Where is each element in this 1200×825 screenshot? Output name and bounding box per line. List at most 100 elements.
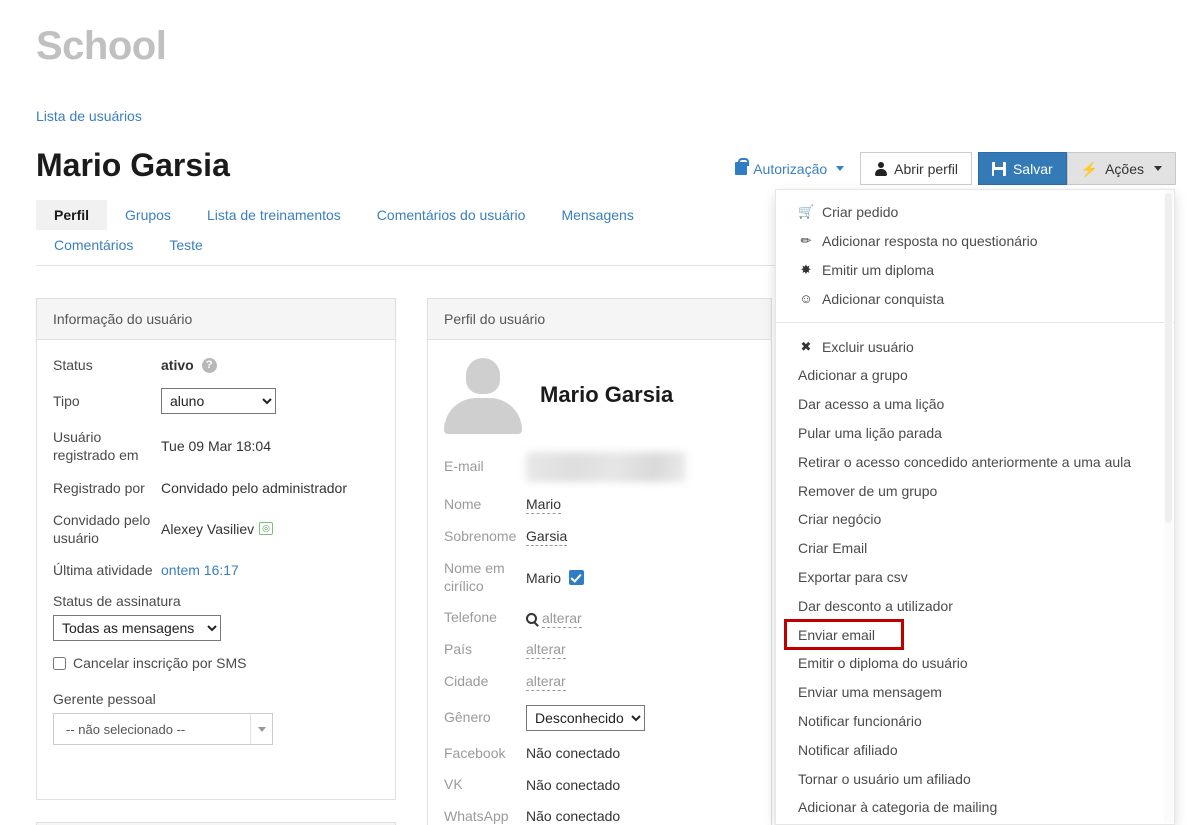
profile-row-genero: Gênero Desconhecido bbox=[444, 705, 755, 731]
menu-item-exportar-para-csv[interactable]: Exportar para csv bbox=[776, 563, 1174, 592]
tab-mensagens[interactable]: Mensagens bbox=[543, 200, 651, 230]
row-type: Tipo aluno bbox=[53, 388, 379, 414]
genero-label: Gênero bbox=[444, 709, 526, 727]
menu-item-criar-pedido[interactable]: 🛒 Criar pedido bbox=[776, 198, 1174, 227]
profile-row-nome-cirilico: Nome em cirílico Mario bbox=[444, 560, 755, 595]
last-activity-value[interactable]: ontem 16:17 bbox=[161, 562, 239, 578]
floppy-disk-icon bbox=[992, 162, 1006, 176]
menu-item-label: Dar acesso a uma lição bbox=[798, 396, 944, 412]
pais-change-link[interactable]: alterar bbox=[526, 641, 566, 659]
user-profile-panel: Perfil do usuário Mario Garsia E-mail No… bbox=[427, 298, 772, 825]
chevron-down-icon bbox=[1154, 166, 1162, 171]
sobrenome-label: Sobrenome bbox=[444, 528, 526, 546]
facebook-value: Não conectado bbox=[526, 745, 620, 761]
whatsapp-label: WhatsApp bbox=[444, 808, 526, 825]
user-info-panel-title: Informação do usuário bbox=[37, 299, 395, 340]
actions-dropdown-menu: 🛒 Criar pedido ✏ Adicionar resposta no q… bbox=[775, 189, 1175, 825]
action-toolbar: Autorização Abrir perfil Salvar ⚡ Ações bbox=[735, 152, 1176, 185]
profile-row-pais: País alterar bbox=[444, 641, 755, 659]
tab-grupos[interactable]: Grupos bbox=[107, 200, 189, 230]
cidade-label: Cidade bbox=[444, 673, 526, 691]
sobrenome-value[interactable]: Garsia bbox=[526, 528, 567, 546]
page-root: School Lista de usuários Mario Garsia Au… bbox=[0, 0, 1200, 825]
tab-lista-de-treinamentos[interactable]: Lista de treinamentos bbox=[189, 200, 359, 230]
menu-item-label: Exportar para csv bbox=[798, 569, 908, 585]
menu-scrollbar-thumb[interactable] bbox=[1165, 193, 1172, 523]
menu-item-dar-acesso-a-uma-licao[interactable]: Dar acesso a uma lição bbox=[776, 390, 1174, 419]
profile-row-sobrenome: Sobrenome Garsia bbox=[444, 528, 755, 546]
profile-row-cidade: Cidade alterar bbox=[444, 673, 755, 691]
help-icon[interactable]: ? bbox=[202, 358, 217, 373]
menu-item-enviar-email[interactable]: Enviar email bbox=[785, 620, 903, 649]
profile-row-whatsapp: WhatsApp Não conectado bbox=[444, 808, 755, 825]
personal-manager-select[interactable]: -- não selecionado -- bbox=[53, 713, 273, 745]
menu-item-emitir-um-diploma[interactable]: ✸ Emitir um diploma bbox=[776, 256, 1174, 285]
registered-by-value: Convidado pelo administrador bbox=[161, 480, 347, 496]
profile-row-nome: Nome Mario bbox=[444, 496, 755, 514]
tab-perfil[interactable]: Perfil bbox=[36, 200, 107, 230]
actions-label: Ações bbox=[1105, 161, 1144, 177]
nome-value[interactable]: Mario bbox=[526, 496, 561, 514]
menu-item-notificar-afiliado[interactable]: Notificar afiliado bbox=[776, 735, 1174, 764]
subscription-select[interactable]: Todas as mensagens bbox=[53, 615, 221, 641]
menu-item-criar-email[interactable]: Criar Email bbox=[776, 534, 1174, 563]
status-label: Status bbox=[53, 356, 161, 374]
sms-unsubscribe-row: Cancelar inscrição por SMS bbox=[53, 655, 379, 671]
row-registered-at: Usuário registrado em Tue 09 Mar 18:04 bbox=[53, 428, 379, 464]
registered-at-label: Usuário registrado em bbox=[53, 428, 161, 464]
profile-row-facebook: Facebook Não conectado bbox=[444, 745, 755, 763]
menu-item-emitir-o-diploma-do-usuario[interactable]: Emitir o diploma do usuário bbox=[776, 649, 1174, 678]
breadcrumb-user-list[interactable]: Lista de usuários bbox=[36, 108, 142, 124]
tab-comentarios-do-usuario[interactable]: Comentários do usuário bbox=[359, 200, 544, 230]
user-info-panel-body: Status ativo ? Tipo aluno Usuário regist… bbox=[37, 340, 395, 761]
profile-row-email: E-mail bbox=[444, 452, 755, 482]
menu-item-label: Criar Email bbox=[798, 540, 867, 556]
authorization-dropdown-button[interactable]: Autorização bbox=[735, 152, 860, 185]
menu-item-excluir-usuario[interactable]: ✖ Excluir usuário bbox=[776, 332, 1174, 361]
menu-item-label: Emitir o diploma do usuário bbox=[798, 655, 968, 671]
row-status: Status ativo ? bbox=[53, 356, 379, 374]
menu-item-label: Adicionar conquista bbox=[822, 291, 944, 307]
telefone-label: Telefone bbox=[444, 609, 526, 627]
registered-by-label: Registrado por bbox=[53, 479, 161, 497]
open-profile-button[interactable]: Abrir perfil bbox=[860, 152, 972, 185]
menu-item-remover-de-um-grupo[interactable]: Remover de um grupo bbox=[776, 476, 1174, 505]
menu-item-label: Retirar o acesso concedido anteriormente… bbox=[798, 454, 1131, 470]
profile-display-name: Mario Garsia bbox=[540, 382, 673, 408]
invited-by-label: Convidado pelo usuário bbox=[53, 511, 161, 547]
email-value-redacted bbox=[526, 452, 686, 482]
sms-unsubscribe-checkbox[interactable] bbox=[53, 657, 66, 670]
money-icon[interactable]: ◎ bbox=[259, 522, 273, 535]
tab-teste[interactable]: Teste bbox=[151, 230, 220, 260]
save-button[interactable]: Salvar bbox=[978, 152, 1067, 185]
subscription-label: Status de assinatura bbox=[53, 593, 379, 609]
menu-item-adicionar-conquista[interactable]: ☺ Adicionar conquista bbox=[776, 284, 1174, 313]
menu-item-label: Remover de um grupo bbox=[798, 483, 937, 499]
menu-item-criar-negocio[interactable]: Criar negócio bbox=[776, 505, 1174, 534]
nome-label: Nome bbox=[444, 496, 526, 514]
menu-item-dar-desconto-a-utilizador[interactable]: Dar desconto a utilizador bbox=[776, 591, 1174, 620]
telefone-change-link[interactable]: alterar bbox=[542, 610, 582, 628]
row-last-activity: Última atividade ontem 16:17 bbox=[53, 561, 379, 579]
menu-item-adicionar-a-categoria-de-mailing[interactable]: Adicionar à categoria de mailing bbox=[776, 793, 1174, 822]
menu-item-tornar-o-usuario-um-afiliado[interactable]: Tornar o usuário um afiliado bbox=[776, 764, 1174, 793]
menu-scrollbar[interactable] bbox=[1164, 191, 1173, 823]
actions-dropdown-button[interactable]: ⚡ Ações bbox=[1067, 152, 1176, 185]
checkbox-checked-icon[interactable] bbox=[569, 570, 584, 585]
menu-item-pular-uma-licao-parada[interactable]: Pular uma lição parada bbox=[776, 419, 1174, 448]
menu-item-notificar-funcionario[interactable]: Notificar funcionário bbox=[776, 707, 1174, 736]
close-x-icon: ✖ bbox=[798, 339, 814, 355]
genero-select[interactable]: Desconhecido bbox=[526, 705, 645, 731]
menu-item-adicionar-a-grupo[interactable]: Adicionar a grupo bbox=[776, 361, 1174, 390]
type-select[interactable]: aluno bbox=[161, 388, 276, 414]
row-registered-by: Registrado por Convidado pelo administra… bbox=[53, 479, 379, 497]
menu-item-retirar-o-acesso[interactable]: Retirar o acesso concedido anteriormente… bbox=[776, 447, 1174, 476]
tab-comentarios[interactable]: Comentários bbox=[36, 230, 151, 260]
menu-item-enviar-uma-mensagem[interactable]: Enviar uma mensagem bbox=[776, 678, 1174, 707]
menu-item-adicionar-resposta-no-questionario[interactable]: ✏ Adicionar resposta no questionário bbox=[776, 227, 1174, 256]
cidade-change-link[interactable]: alterar bbox=[526, 673, 566, 691]
profile-row-vk: VK Não conectado bbox=[444, 776, 755, 794]
app-logo: School bbox=[36, 26, 166, 66]
chevron-down-icon bbox=[836, 166, 844, 171]
invited-by-value: Alexey Vasiliev bbox=[161, 521, 254, 537]
